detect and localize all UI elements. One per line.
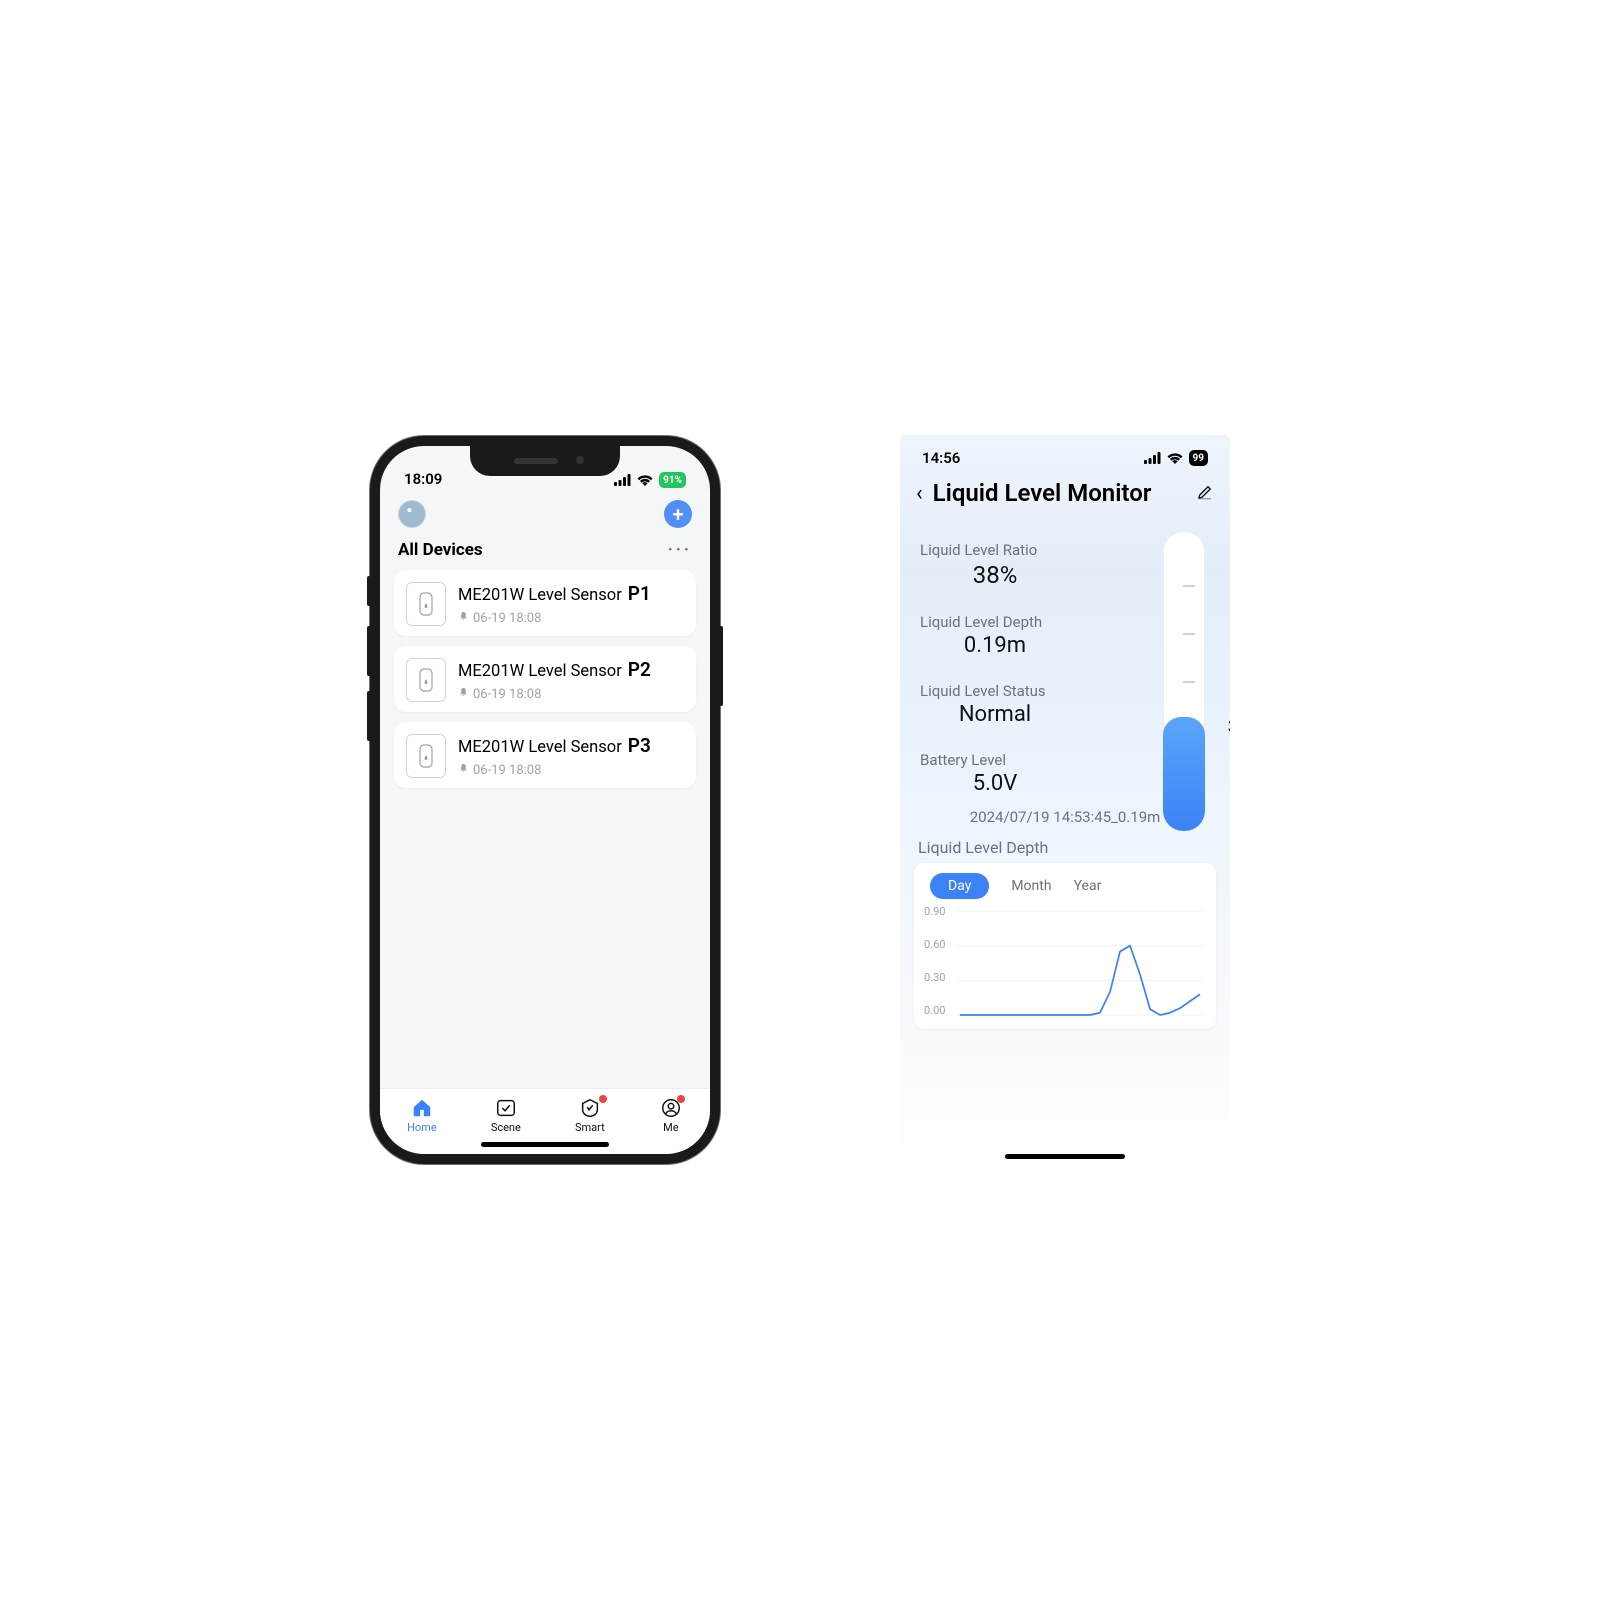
y-tick: 0.90: [924, 905, 945, 918]
phone-frame: 18:09 91% + All Devices ···: [370, 436, 720, 1164]
avatar[interactable]: [398, 500, 426, 528]
tank-gauge: 38%: [1156, 531, 1212, 841]
device-name: ME201W Level Sensor: [458, 586, 622, 605]
device-tag: P3: [628, 734, 651, 757]
tab-smart[interactable]: Smart: [575, 1097, 605, 1134]
device-card[interactable]: ME201W Level Sensor P3 06-19 18:08: [394, 722, 696, 788]
battery-icon: 91%: [659, 472, 686, 488]
status-bar: 14:56 99: [900, 435, 1230, 471]
notification-dot: [599, 1095, 607, 1103]
metric-value: 5.0V: [920, 771, 1070, 796]
status-time: 14:56: [922, 449, 960, 467]
device-card[interactable]: ME201W Level Sensor P1 06-19 18:08: [394, 570, 696, 636]
tab-label: Smart: [575, 1121, 605, 1134]
sensor-icon: [406, 658, 446, 702]
device-name: ME201W Level Sensor: [458, 662, 622, 681]
home-indicator[interactable]: [1005, 1154, 1125, 1159]
bell-icon: [458, 687, 469, 702]
battery-icon: 99: [1189, 450, 1208, 466]
range-month[interactable]: Month: [1011, 878, 1051, 894]
home-screen: 18:09 91% + All Devices ···: [380, 446, 710, 1154]
section-title: All Devices: [398, 540, 483, 560]
range-year[interactable]: Year: [1074, 878, 1102, 894]
y-tick: 0.00: [924, 1004, 945, 1017]
tab-label: Me: [663, 1121, 678, 1134]
device-name: ME201W Level Sensor: [458, 738, 622, 757]
y-tick: 0.60: [924, 938, 945, 951]
device-tag: P2: [628, 658, 651, 681]
cellular-icon: [614, 474, 631, 486]
device-list: ME201W Level Sensor P1 06-19 18:08 ME201…: [380, 570, 710, 788]
add-button[interactable]: +: [664, 500, 692, 528]
back-button[interactable]: ‹: [916, 481, 923, 506]
device-timestamp: 06-19 18:08: [473, 611, 541, 626]
device-timestamp: 06-19 18:08: [473, 687, 541, 702]
tank-label: 38%: [1228, 717, 1230, 737]
metric-value: Normal: [920, 702, 1070, 727]
device-timestamp: 06-19 18:08: [473, 763, 541, 778]
tab-home[interactable]: Home: [407, 1097, 437, 1134]
tab-label: Home: [407, 1121, 437, 1134]
sensor-icon: [406, 734, 446, 778]
status-time: 18:09: [404, 470, 442, 488]
bell-icon: [458, 763, 469, 778]
detail-screen: 14:56 99 ‹ Liquid Level Monitor Liqui: [900, 435, 1230, 1165]
wifi-icon: [637, 474, 653, 486]
edit-button[interactable]: [1196, 479, 1214, 507]
page-title: Liquid Level Monitor: [933, 479, 1152, 507]
tab-scene[interactable]: Scene: [491, 1097, 521, 1134]
metric-value: 38%: [920, 561, 1070, 589]
tab-label: Scene: [491, 1121, 521, 1134]
bell-icon: [458, 611, 469, 626]
more-button[interactable]: ···: [668, 540, 692, 560]
device-card[interactable]: ME201W Level Sensor P2 06-19 18:08: [394, 646, 696, 712]
tab-me[interactable]: Me: [659, 1097, 683, 1134]
sensor-icon: [406, 582, 446, 626]
device-tag: P1: [628, 582, 651, 605]
home-indicator[interactable]: [481, 1142, 609, 1147]
y-tick: 0.30: [924, 971, 945, 984]
wifi-icon: [1167, 452, 1183, 464]
chart-area: 0.90 0.60 0.30 0.00: [924, 905, 1206, 1025]
cellular-icon: [1144, 452, 1161, 464]
notification-dot: [677, 1095, 685, 1103]
range-day[interactable]: Day: [930, 873, 989, 899]
chart-card: Day Month Year 0.90 0.60 0.30 0.00: [914, 863, 1216, 1029]
phone-notch: [470, 446, 620, 476]
metric-value: 0.19m: [920, 633, 1070, 658]
